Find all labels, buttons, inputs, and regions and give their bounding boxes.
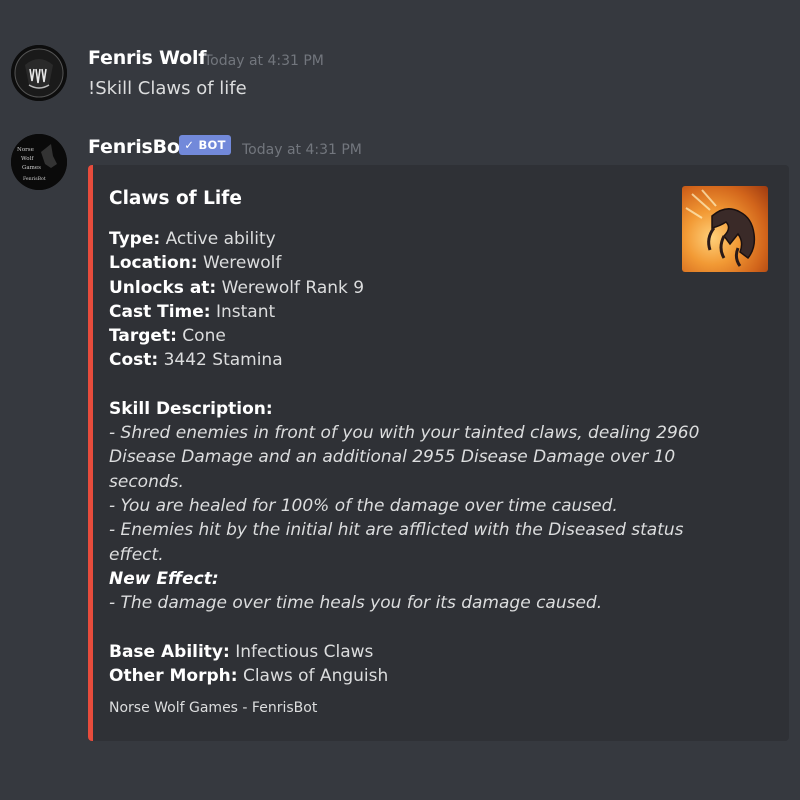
skill-description-heading: Skill Description: — [109, 397, 273, 421]
bot-tag: ✓ BOT — [179, 135, 231, 155]
field-value: Active ability — [165, 229, 276, 249]
field-label: Location: — [109, 253, 198, 273]
embed-accent-bar — [88, 165, 93, 741]
field-label: Unlocks at: — [109, 278, 217, 298]
logo-text-2: Wolf — [21, 156, 34, 162]
logo-text-3: Games — [22, 165, 41, 171]
username[interactable]: Fenris Wolf — [88, 47, 207, 69]
username[interactable]: FenrisBot — [88, 136, 189, 158]
embed-field-type: Type: Active ability — [109, 227, 276, 251]
embed-title: Claws of Life — [109, 188, 242, 209]
field-label: Type: — [109, 229, 161, 249]
embed-field-unlocks: Unlocks at: Werewolf Rank 9 — [109, 276, 364, 300]
new-effect-line: - The damage over time heals you for its… — [109, 593, 603, 613]
timestamp: Today at 4:31 PM — [204, 53, 324, 69]
embed-field-other-morph: Other Morph: Claws of Anguish — [109, 664, 388, 688]
embed-field-location: Location: Werewolf — [109, 251, 281, 275]
description-line: - You are healed for 100% of the damage … — [109, 496, 618, 516]
field-label: Target: — [109, 326, 177, 346]
heading-text: Skill Description: — [109, 399, 273, 419]
avatar[interactable]: Norse Wolf Games FenrisBot — [11, 134, 67, 190]
field-label: Other Morph: — [109, 666, 238, 686]
embed-field-target: Target: Cone — [109, 324, 226, 348]
embed-footer: Norse Wolf Games - FenrisBot — [109, 700, 318, 716]
embed-field-cast-time: Cast Time: Instant — [109, 300, 275, 324]
field-value: Cone — [182, 326, 226, 346]
timestamp: Today at 4:31 PM — [242, 142, 362, 158]
description-line: - Enemies hit by the initial hit are aff… — [109, 520, 684, 540]
field-label: Cast Time: — [109, 302, 211, 322]
field-value: Claws of Anguish — [242, 666, 389, 686]
field-value: Werewolf Rank 9 — [221, 278, 365, 298]
message-content: !Skill Claws of life — [88, 78, 247, 99]
norse-wolf-games-logo: Norse Wolf Games FenrisBot — [11, 134, 67, 190]
logo-text-1: Norse — [17, 147, 34, 153]
embed-thumbnail[interactable] — [682, 186, 768, 272]
description-line: seconds. — [109, 472, 184, 492]
description-line: Disease Damage and an additional 2955 Di… — [109, 447, 676, 467]
new-effect-heading: New Effect: — [109, 569, 219, 589]
embed-field-base-ability: Base Ability: Infectious Claws — [109, 640, 373, 664]
claw-icon — [685, 189, 756, 267]
field-value: 3442 Stamina — [163, 350, 283, 370]
avatar[interactable] — [11, 45, 67, 101]
description-line: effect. — [109, 545, 164, 565]
field-value: Infectious Claws — [235, 642, 374, 662]
field-value: Werewolf — [203, 253, 282, 273]
field-label: Base Ability: — [109, 642, 230, 662]
logo-text-4: FenrisBot — [23, 176, 46, 182]
embed-field-cost: Cost: 3442 Stamina — [109, 348, 283, 372]
field-value: Instant — [215, 302, 276, 322]
field-label: Cost: — [109, 350, 159, 370]
description-line: - Shred enemies in front of you with you… — [109, 423, 700, 443]
wolf-avatar-icon — [11, 45, 67, 101]
